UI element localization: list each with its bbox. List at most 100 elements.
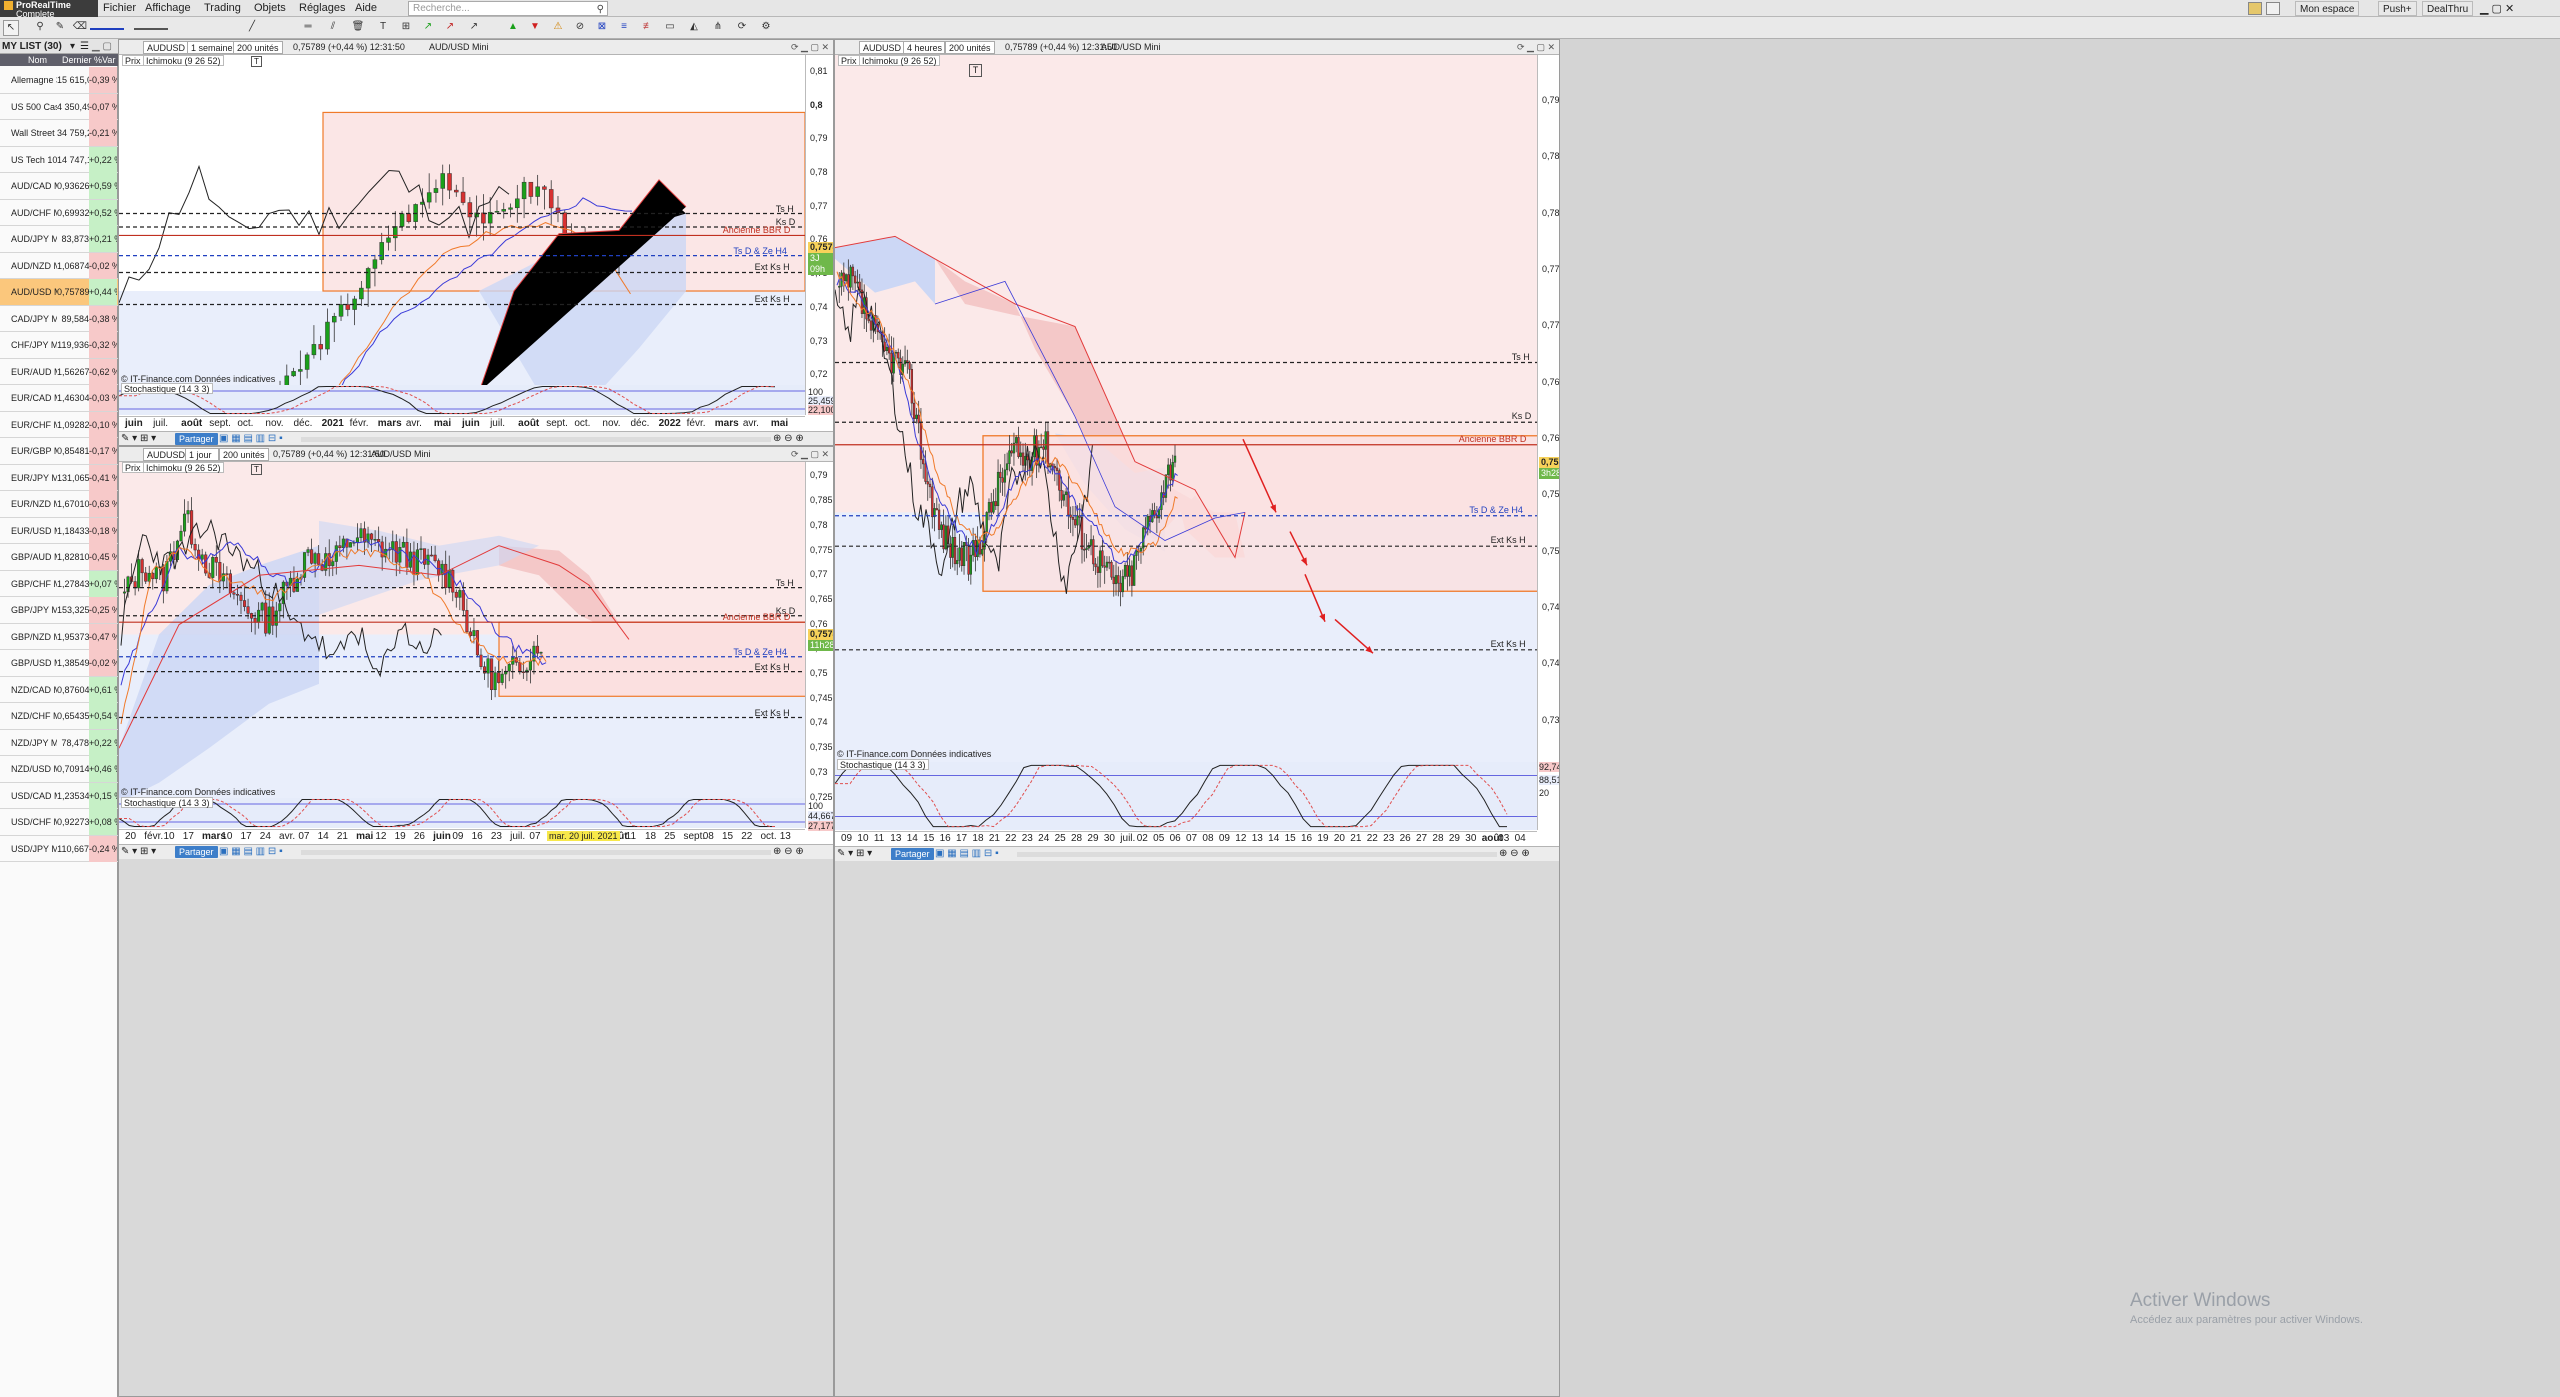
search-input[interactable]: Recherche... ⚲ bbox=[408, 1, 608, 16]
col-name[interactable]: Nom bbox=[28, 54, 47, 66]
stochastic-indicator[interactable]: Stochastique (14 3 3) bbox=[121, 797, 213, 808]
watchlist-row[interactable]: EUR/NZD Mini1,67010-0,63 % bbox=[0, 491, 118, 518]
price-tab[interactable]: Prix bbox=[838, 55, 860, 66]
daily-stochastic-area[interactable] bbox=[119, 798, 805, 828]
daily-time-axis[interactable]: 20 févr. 10 17 mars 10 17 24 avr. 07 14 21 mai 12 19 26… bbox=[119, 829, 805, 844]
alert-icon[interactable]: ⚠ bbox=[550, 20, 566, 36]
watchlist-row[interactable]: GBP/NZD Mini1,95373-0,47 % bbox=[0, 623, 118, 650]
footer-actions-icon[interactable]: ▣ ▦ ▤ ▥ ⊟ ▪ bbox=[219, 846, 283, 857]
watchlist-row[interactable]: GBP/JPY Mini153,325-0,25 % bbox=[0, 597, 118, 624]
horizontal-line-icon[interactable]: ═ bbox=[300, 20, 316, 36]
footer-tools-icon[interactable]: ✎ ▾ ⊞ ▾ bbox=[121, 846, 156, 857]
watchlist-row[interactable]: Wall Street Ca...34 759,2-0,21 % bbox=[0, 120, 118, 147]
h4-stochastic-area[interactable] bbox=[835, 762, 1537, 830]
footer-tools-icon[interactable]: ✎ ▾ ⊞ ▾ bbox=[121, 433, 156, 444]
watchlist-title[interactable]: MY LIST (30) bbox=[2, 41, 62, 52]
watchlist-row[interactable]: GBP/USD Mini1,38549-0,02 % bbox=[0, 650, 118, 677]
share-button[interactable]: Partager bbox=[891, 848, 934, 860]
units-select[interactable]: 200 unités bbox=[945, 41, 995, 54]
weekly-stochastic-area[interactable] bbox=[119, 385, 805, 415]
text-marker-icon[interactable]: T bbox=[251, 464, 262, 475]
watchlist-row[interactable]: US Tech 100 ...14 747,1+0,22 % bbox=[0, 146, 118, 173]
h4-time-axis[interactable]: 09 10 11 13 14 15 16 17 18 21 22 23 24 25 28 29 30 juil. 0… bbox=[835, 831, 1537, 846]
pencil-tool-icon[interactable]: ✎ bbox=[52, 20, 68, 36]
watchlist-row[interactable]: EUR/JPY Mini131,065-0,41 % bbox=[0, 464, 118, 491]
scrollbar[interactable] bbox=[301, 850, 771, 855]
menu-reglages[interactable]: Réglages bbox=[294, 0, 350, 17]
symbol-select[interactable]: AUDUSD bbox=[859, 41, 906, 54]
pitchfork-tool-icon[interactable]: ⋔ bbox=[710, 20, 726, 36]
line-tool-icon[interactable]: ↗ bbox=[466, 20, 482, 36]
fibonacci-tool-icon[interactable]: ≡ bbox=[616, 20, 632, 36]
price-tab[interactable]: Prix bbox=[122, 462, 144, 473]
text-marker-icon[interactable]: T bbox=[251, 56, 262, 67]
period-select[interactable]: 1 jour bbox=[185, 448, 219, 461]
watchlist-row[interactable]: EUR/USD Mini1,18433-0,18 % bbox=[0, 517, 118, 544]
buy-arrow-icon[interactable]: ▲ bbox=[505, 20, 521, 36]
symbol-select[interactable]: AUDUSD bbox=[143, 41, 190, 54]
watchlist-row[interactable]: GBP/AUD Mini1,82810-0,45 % bbox=[0, 544, 118, 571]
ichimoku-indicator[interactable]: Ichimoku (9 26 52) bbox=[143, 462, 224, 473]
h4-price-area[interactable] bbox=[835, 55, 1537, 762]
sell-arrow-icon[interactable]: ▼ bbox=[527, 20, 543, 36]
cross-tool-icon[interactable]: ⊠ bbox=[594, 20, 610, 36]
zoom-tool-icon[interactable]: ⚲ bbox=[32, 20, 48, 36]
gann-tool-icon[interactable]: ≢ bbox=[640, 20, 656, 36]
watchlist-row[interactable]: EUR/CAD Mini1,46304-0,03 % bbox=[0, 385, 118, 412]
watchlist-row[interactable]: USD/JPY Mini110,667-0,24 % bbox=[0, 835, 118, 862]
menu-icon[interactable]: ☰ bbox=[80, 39, 89, 54]
units-select[interactable]: 200 unités bbox=[233, 41, 283, 54]
watchlist-row[interactable]: AUD/CAD Mini0,93626+0,59 % bbox=[0, 173, 118, 200]
weekly-price-area[interactable] bbox=[119, 55, 805, 385]
watchlist-row[interactable]: AUD/NZD Mini1,06874-0,02 % bbox=[0, 252, 118, 279]
menu-trading[interactable]: Trading bbox=[199, 0, 246, 17]
text-tool-icon[interactable]: T bbox=[375, 20, 391, 36]
watchlist-row[interactable]: EUR/CHF Mini1,09282-0,10 % bbox=[0, 411, 118, 438]
cursor-tool-icon[interactable]: ↖ bbox=[3, 20, 19, 36]
units-select[interactable]: 200 unités bbox=[219, 448, 269, 461]
watchlist-row[interactable]: AUD/USD Mini0,75789+0,44 % bbox=[0, 279, 118, 306]
watchlist-row[interactable]: AUD/JPY Mini 83,873+0,21 % bbox=[0, 226, 118, 253]
watchlist-row[interactable]: US 500 Cash ...4 350,49-0,07 % bbox=[0, 93, 118, 120]
ichimoku-indicator[interactable]: Ichimoku (9 26 52) bbox=[143, 55, 224, 66]
col-var[interactable]: %Var bbox=[94, 54, 115, 66]
watchlist-row[interactable]: EUR/AUD Mini1,56267-0,62 % bbox=[0, 358, 118, 385]
ellipse-tool-icon[interactable]: ⊘ bbox=[572, 20, 588, 36]
arrow-tool-icon[interactable]: ↗ bbox=[420, 20, 436, 36]
watchlist-row[interactable]: Allemagne 30 ...15 615,0-0,39 % bbox=[0, 67, 118, 94]
rectangle-tool-icon[interactable]: ▭ bbox=[662, 20, 678, 36]
ichimoku-indicator[interactable]: Ichimoku (9 26 52) bbox=[859, 55, 940, 66]
price-tab[interactable]: Prix bbox=[122, 55, 144, 66]
watchlist-row[interactable]: NZD/USD Mini0,70914+0,46 % bbox=[0, 756, 118, 783]
daily-price-area[interactable] bbox=[119, 462, 805, 798]
dropdown-icon[interactable]: ▾ bbox=[70, 39, 75, 54]
zoom-controls-icon[interactable]: ⊕ ⊖ ⊕ bbox=[1499, 848, 1530, 859]
scrollbar[interactable] bbox=[1017, 852, 1497, 857]
footer-actions-icon[interactable]: ▣ ▦ ▤ ▥ ⊟ ▪ bbox=[219, 433, 283, 444]
watchlist-row[interactable]: USD/CAD Mini1,23534+0,15 % bbox=[0, 782, 118, 809]
footer-tools-icon[interactable]: ✎ ▾ ⊞ ▾ bbox=[837, 848, 872, 859]
symbol-select[interactable]: AUDUSD bbox=[143, 448, 190, 461]
settings-gear-icon[interactable]: ⚙ bbox=[758, 20, 774, 36]
zoom-controls-icon[interactable]: ⊕ ⊖ ⊕ bbox=[773, 433, 804, 444]
draw-tool-icon[interactable] bbox=[2248, 2, 2262, 15]
stochastic-indicator[interactable]: Stochastique (14 3 3) bbox=[837, 759, 929, 770]
panel-controls-icon[interactable]: ⟳ ▁ ▢ ✕ bbox=[791, 40, 829, 55]
zoom-controls-icon[interactable]: ⊕ ⊖ ⊕ bbox=[773, 846, 804, 857]
ray-tool-icon[interactable]: ↗ bbox=[442, 20, 458, 36]
share-button[interactable]: Partager bbox=[175, 433, 218, 445]
triangle-tool-icon[interactable]: ◭ bbox=[686, 20, 702, 36]
col-last[interactable]: Dernier bbox=[62, 54, 92, 66]
trendline-tool-icon[interactable]: ╱ bbox=[244, 20, 260, 36]
eraser-tool-icon[interactable]: ⌫ bbox=[72, 20, 88, 36]
channel-tool-icon[interactable]: ⫽ bbox=[325, 20, 341, 36]
watchlist-row[interactable]: NZD/JPY Mini 78,478+0,22 % bbox=[0, 729, 118, 756]
watchlist-row[interactable]: CHF/JPY Mini119,936-0,32 % bbox=[0, 332, 118, 359]
watchlist-row[interactable]: NZD/CAD Mini0,87604+0,61 % bbox=[0, 676, 118, 703]
menu-objets[interactable]: Objets bbox=[249, 0, 291, 17]
text-marker-icon[interactable]: T bbox=[969, 64, 982, 77]
dealthru-button[interactable]: DealThru bbox=[2422, 1, 2474, 16]
period-select[interactable]: 4 heures bbox=[903, 41, 945, 54]
menu-aide[interactable]: Aide bbox=[350, 0, 382, 17]
delete-objects-icon[interactable]: 🗑 bbox=[350, 20, 366, 36]
